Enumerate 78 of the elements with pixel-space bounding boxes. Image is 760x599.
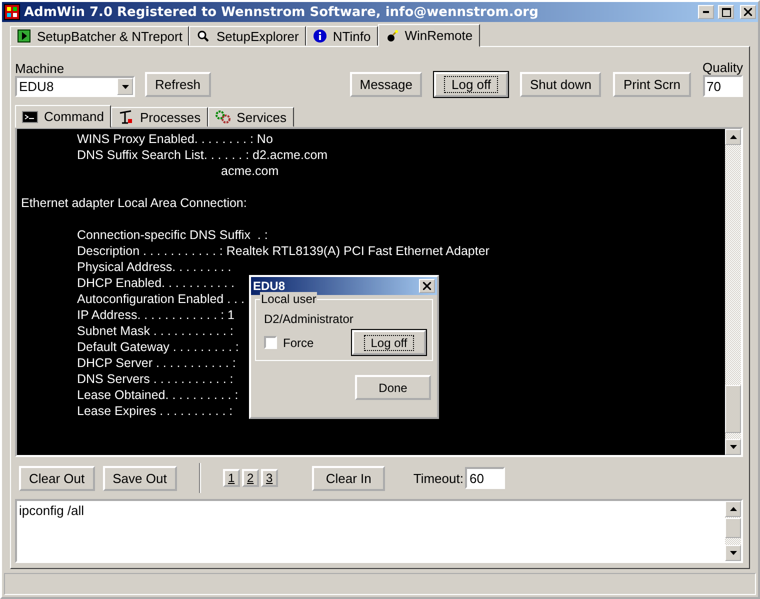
magnifier-icon [196,29,210,43]
machine-dropdown[interactable]: EDU8 [15,76,135,97]
console-line: DHCP Enabled. . . . . . . . . . . [77,275,234,291]
console-line: DNS Servers . . . . . . . . . . . : [77,371,234,387]
quality-label: Quality [702,60,743,75]
refresh-button[interactable]: Refresh [145,72,211,97]
logoff-button[interactable]: Log off [352,330,426,355]
force-checkbox[interactable] [264,336,277,349]
toolbar-button[interactable]: Save Out [102,466,177,490]
down-arrow-icon [730,445,736,449]
tab[interactable]: WinRemote [378,24,480,47]
gears-icon [214,110,231,124]
action-button[interactable]: Print Scrn [613,72,691,97]
bomb-icon [384,28,399,42]
minimize-button[interactable] [698,5,714,19]
console-line: acme.com [221,163,279,179]
close-icon [744,8,752,16]
timeout-field[interactable]: 60 [465,467,506,489]
scroll-up-button[interactable] [725,129,741,145]
scrollbar[interactable] [725,501,741,561]
toolbar-button[interactable]: Clear Out [19,466,95,490]
tab[interactable]: SetupExplorer [189,26,306,46]
window-title: AdmWin 7.0 Registered to Wennstrom Software, info@wennstrom.org [24,4,540,20]
console-line: Connection-specific DNS Suffix . : [77,227,268,243]
console-line: Lease Obtained. . . . . . . . . . : [77,387,238,403]
timeout-label: Timeout: [413,470,464,486]
minimize-icon [703,11,709,13]
caret-icon [122,84,128,88]
console-line: Description . . . . . . . . . . . : Realtek RTL8139(A) PCI Fast Ethernet Adapter [77,243,490,259]
dialog-title: EDU8 [253,279,286,293]
console-line: Autoconfiguration Enabled . . . [77,291,244,307]
action-button[interactable]: Shut down [520,72,602,97]
close-button[interactable] [740,5,756,19]
crane-icon [118,109,134,125]
done-button[interactable]: Done [355,375,431,400]
history-button[interactable]: 3 [260,469,278,487]
action-button[interactable]: Message [350,72,422,97]
clear-in-button[interactable]: Clear In [312,466,386,490]
maximize-icon [722,8,730,16]
history-button[interactable]: 2 [242,469,259,487]
scroll-thumb[interactable] [725,385,741,433]
console-line: Physical Address. . . . . . . . . [77,259,232,275]
force-label: Force [283,336,315,350]
up-arrow-icon [730,507,736,511]
console-line: DHCP Server . . . . . . . . . . . : [77,355,236,371]
tab[interactable]: Command [15,105,111,128]
up-arrow-icon [730,135,736,139]
close-icon [423,282,431,290]
app-icon [4,4,20,20]
down-arrow-icon [730,551,736,555]
scroll-down-button[interactable] [725,439,741,455]
tab[interactable]: Services [208,107,294,127]
history-button[interactable]: 1 [222,469,240,487]
machine-label: Machine [15,61,66,76]
console-line: Default Gateway . . . . . . . . . : [77,339,239,355]
scroll-up-button[interactable] [725,501,741,517]
command-input[interactable]: ipconfig /all [15,499,743,563]
tab[interactable]: NTinfo [306,26,378,46]
close-button[interactable] [419,279,435,293]
maximize-button[interactable] [718,5,734,19]
console-line: DNS Suffix Search List. . . . . . : d2.acme.com [77,147,328,163]
scrollbar[interactable] [725,129,741,455]
console-line: Subnet Mask . . . . . . . . . . . : [77,323,234,339]
console-icon [22,110,38,122]
console-line: Lease Expires . . . . . . . . . . : [77,403,233,419]
action-button[interactable]: Log off [434,72,508,97]
console-line: WINS Proxy Enabled. . . . . . . . : No [77,131,273,147]
tab[interactable]: SetupBatcher & NTreport [10,26,190,46]
quality-field[interactable]: 70 [702,75,743,97]
console-line: IP Address. . . . . . . . . . . . : 1 [77,307,234,323]
info-icon [312,29,327,43]
tab[interactable]: Processes [110,107,208,127]
user-name: D2/Administrator [264,312,354,326]
console-line: Ethernet adapter Local Area Connection: [21,195,247,211]
scroll-thumb[interactable] [725,518,741,538]
group-label: Local user [260,292,318,306]
play-icon [17,29,31,43]
scroll-down-button[interactable] [725,545,741,561]
